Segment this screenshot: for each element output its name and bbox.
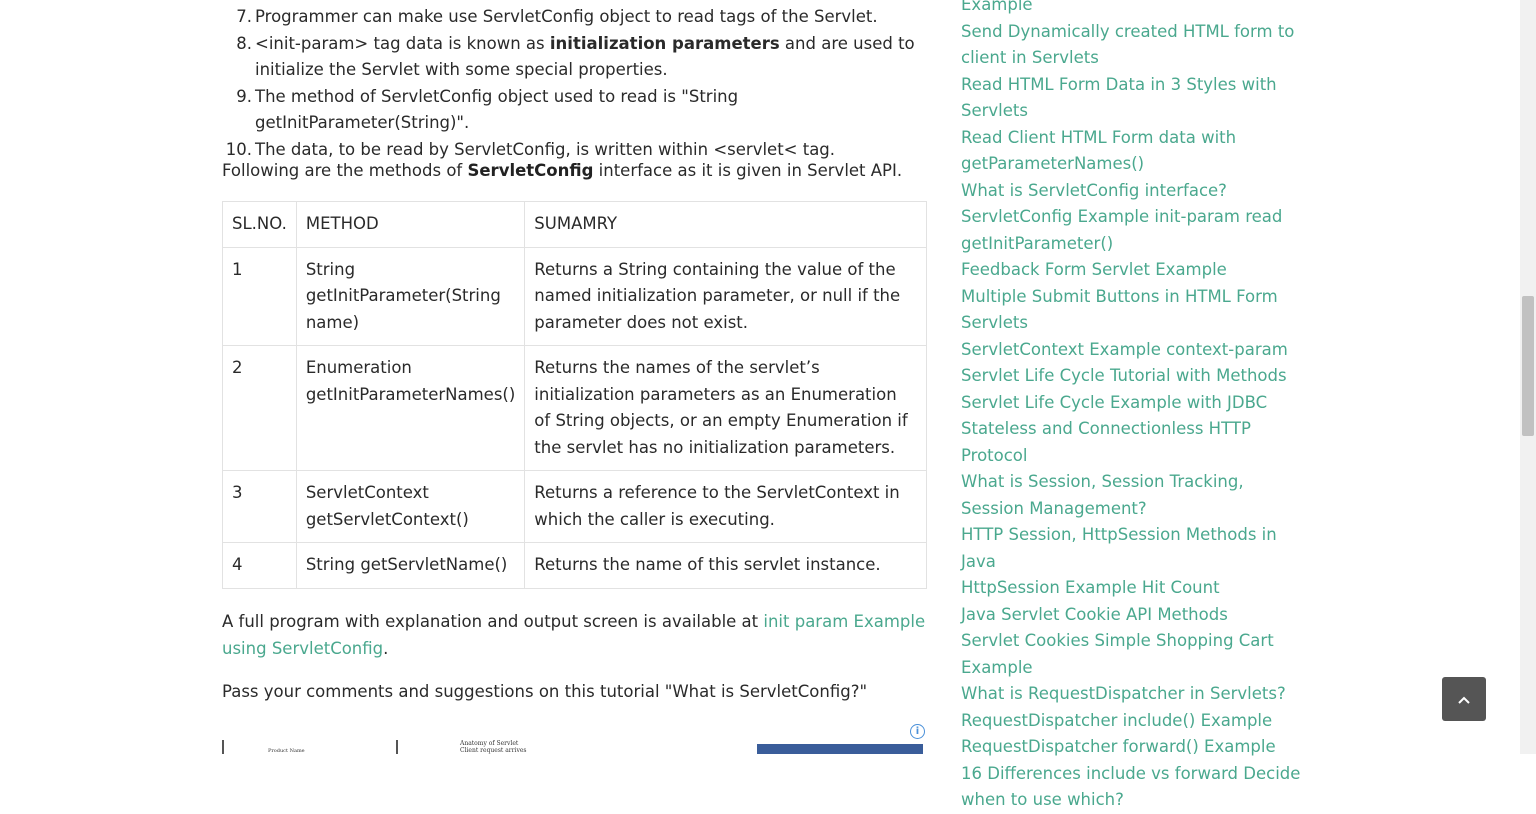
comments-paragraph: Pass your comments and suggestions on th… bbox=[222, 682, 868, 701]
header-slno: SL.NO. bbox=[222, 201, 297, 248]
list-text: The method of ServletConfig object used … bbox=[255, 86, 739, 133]
list-text: The data, to be read by ServletConfig, i… bbox=[255, 139, 836, 159]
cell-slno: 3 bbox=[222, 470, 297, 543]
sidebar-link[interactable]: Read HTML Form Data in 3 Styles with Ser… bbox=[961, 72, 1301, 125]
list-item: 8. <init-param> tag data is known as ini… bbox=[222, 31, 927, 84]
sidebar-link[interactable]: What is ServletConfig interface? bbox=[961, 178, 1301, 205]
list-item: 7. Programmer can make use ServletConfig… bbox=[222, 4, 927, 31]
intro-text: interface as it is given in Servlet API. bbox=[593, 161, 903, 180]
sidebar-link[interactable]: Servlet Life Cycle Example with JDBC bbox=[961, 390, 1301, 417]
list-number: 8. bbox=[236, 33, 252, 53]
sidebar-link[interactable]: Multiple Submit Buttons in HTML Form Ser… bbox=[961, 284, 1301, 337]
back-to-top-button[interactable] bbox=[1442, 677, 1486, 721]
sidebar-link[interactable]: Java Servlet Cookie API Methods bbox=[961, 602, 1301, 629]
sidebar-related-links: Example Send Dynamically created HTML for… bbox=[961, 0, 1301, 814]
ad-thumbnail[interactable] bbox=[757, 744, 923, 754]
sidebar-link[interactable]: What is Session, Session Tracking, Sessi… bbox=[961, 469, 1301, 522]
sidebar-link[interactable]: HTTP Session, HttpSession Methods in Jav… bbox=[961, 522, 1301, 575]
sidebar-link[interactable]: 16 Differences include vs forward Decide… bbox=[961, 761, 1301, 814]
ad-thumbnail[interactable]: Product Name bbox=[222, 740, 398, 754]
methods-intro: Following are the methods of ServletConf… bbox=[222, 158, 902, 185]
full-program-text: A full program with explanation and outp… bbox=[222, 612, 764, 631]
cell-method: Enumeration getInitParameterNames() bbox=[295, 345, 526, 471]
table-row: 2 Enumeration getInitParameterNames() Re… bbox=[222, 345, 927, 471]
cell-summary: Returns a String containing the value of… bbox=[524, 246, 927, 346]
full-program-end: . bbox=[383, 638, 389, 658]
ad-thumbnail-subtitle: Client request arrives bbox=[460, 747, 527, 754]
intro-text: Following are the methods of bbox=[222, 161, 468, 180]
cell-method: ServletContext getServletContext() bbox=[295, 470, 526, 543]
sidebar-link[interactable]: RequestDispatcher include() Example bbox=[961, 708, 1301, 735]
list-number: 9. bbox=[236, 86, 252, 106]
sidebar-link[interactable]: ServletContext Example context-param bbox=[961, 337, 1301, 364]
ad-thumbnail[interactable]: Anatomy of Servlet Client request arrive… bbox=[460, 740, 527, 754]
sidebar-link[interactable]: Send Dynamically created HTML form to cl… bbox=[961, 19, 1301, 72]
table-row: 3 ServletContext getServletContext() Ret… bbox=[222, 470, 927, 543]
cell-slno: 2 bbox=[222, 345, 297, 471]
header-method: METHOD bbox=[295, 201, 526, 248]
intro-bold: ServletConfig bbox=[467, 161, 594, 180]
cell-slno: 1 bbox=[222, 246, 297, 346]
sidebar-link[interactable]: What is RequestDispatcher in Servlets? bbox=[961, 681, 1301, 708]
table-row: 4 String getServletName() Returns the na… bbox=[222, 542, 927, 589]
list-text: Programmer can make use ServletConfig ob… bbox=[255, 7, 878, 26]
page-scrollbar[interactable] bbox=[1520, 0, 1536, 754]
sidebar-link[interactable]: RequestDispatcher forward() Example bbox=[961, 734, 1301, 761]
sidebar-link[interactable]: Servlet Cookies Simple Shopping Cart Exa… bbox=[961, 628, 1301, 681]
scrollbar-thumb[interactable] bbox=[1522, 296, 1534, 436]
feature-list: 7. Programmer can make use ServletConfig… bbox=[222, 4, 927, 163]
list-number: 7. bbox=[236, 7, 252, 26]
cell-method: String getInitParameter(String name) bbox=[295, 246, 526, 346]
list-bold-text: initialization parameters bbox=[549, 33, 780, 53]
sidebar-link[interactable]: Feedback Form Servlet Example bbox=[961, 257, 1301, 284]
sidebar-link[interactable]: Servlet Life Cycle Tutorial with Methods bbox=[961, 363, 1301, 390]
ad-thumbnail-text: Product Name bbox=[268, 748, 305, 754]
full-program-paragraph: A full program with explanation and outp… bbox=[222, 609, 927, 662]
list-item: 9. The method of ServletConfig object us… bbox=[222, 84, 927, 137]
ad-info-icon[interactable]: i bbox=[910, 724, 925, 739]
cell-summary: Returns the names of the servlet’s initi… bbox=[524, 345, 927, 471]
ad-thumbnail-title: Anatomy of Servlet bbox=[460, 740, 519, 747]
table-row: 1 String getInitParameter(String name) R… bbox=[222, 246, 927, 346]
sidebar-link[interactable]: Read Client HTML Form data with getParam… bbox=[961, 125, 1301, 178]
chevron-up-icon bbox=[1457, 689, 1471, 710]
sidebar-link[interactable]: Example bbox=[961, 0, 1301, 19]
list-text: <init-param> tag data is known as bbox=[255, 33, 550, 53]
table-header-row: SL.NO. METHOD SUMAMRY bbox=[222, 201, 927, 248]
cell-summary: Returns a reference to the ServletContex… bbox=[524, 470, 927, 543]
cell-method: String getServletName() bbox=[295, 542, 526, 589]
sidebar-link[interactable]: ServletConfig Example init-param read ge… bbox=[961, 204, 1301, 257]
sidebar-link[interactable]: Stateless and Connectionless HTTP Protoc… bbox=[961, 416, 1301, 469]
ad-banner[interactable]: Product Name Anatomy of Servlet Client r… bbox=[222, 724, 927, 754]
header-summary: SUMAMRY bbox=[524, 201, 927, 248]
cell-slno: 4 bbox=[222, 542, 297, 589]
methods-table: SL.NO. METHOD SUMAMRY 1 String getInitPa… bbox=[222, 201, 927, 589]
cell-summary: Returns the name of this servlet instanc… bbox=[524, 542, 927, 589]
sidebar-link[interactable]: HttpSession Example Hit Count bbox=[961, 575, 1301, 602]
